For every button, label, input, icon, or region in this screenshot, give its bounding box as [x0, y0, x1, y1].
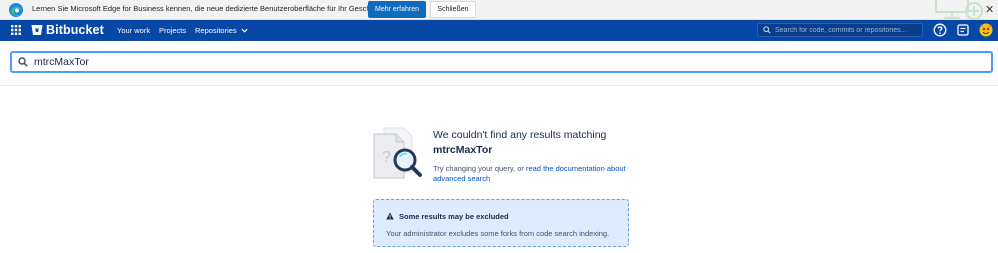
warning-icon [386, 212, 394, 220]
nav-your-work[interactable]: Your work [117, 26, 150, 35]
bitbucket-logo[interactable]: Bitbucket [31, 23, 104, 37]
code-search-input[interactable] [34, 56, 934, 68]
no-results-illustration: ? [373, 127, 422, 179]
info-bar-message: Lernen Sie Microsoft Edge for Business k… [32, 4, 404, 13]
notes-icon[interactable] [956, 23, 970, 37]
edge-info-bar: Lernen Sie Microsoft Edge for Business k… [0, 0, 998, 20]
global-search-input[interactable] [775, 26, 915, 34]
search-icon [18, 57, 28, 67]
learn-more-button[interactable]: Mehr erfahren [368, 1, 426, 18]
excluded-results-notice: Some results may be excluded Your admini… [373, 199, 629, 247]
help-icon[interactable] [933, 23, 947, 37]
nav-projects[interactable]: Projects [159, 26, 186, 35]
help-text: Try changing your query, or [433, 164, 526, 173]
nav-repositories-label: Repositories [195, 26, 237, 35]
chevron-down-icon [241, 28, 248, 33]
app-switcher-icon[interactable] [11, 25, 21, 35]
user-avatar[interactable] [979, 23, 993, 37]
empty-state-title: We couldn't find any results matching mt… [433, 128, 653, 158]
notice-title: Some results may be excluded [399, 212, 509, 221]
nav-repositories[interactable]: Repositories [195, 26, 248, 35]
global-search[interactable] [757, 23, 923, 37]
empty-state-heading: We couldn't find any results matching [433, 129, 607, 141]
empty-state-help: Try changing your query, or read the doc… [433, 164, 633, 184]
svg-text:?: ? [382, 149, 391, 166]
bitbucket-logo-icon [31, 25, 43, 35]
close-info-bar-button[interactable]: Schließen [430, 1, 476, 18]
monitor-watermark-icon [935, 0, 983, 20]
search-icon [763, 26, 771, 34]
edge-icon [9, 3, 23, 17]
empty-state-query: mtrcMaxTor [433, 144, 493, 156]
top-navigation: Bitbucket Your work Projects Repositorie… [0, 20, 998, 41]
notice-body: Your administrator excludes some forks f… [386, 229, 610, 238]
logo-text: Bitbucket [46, 23, 104, 37]
code-search-box[interactable] [10, 51, 993, 73]
dismiss-info-bar-icon[interactable]: ✕ [985, 3, 994, 16]
divider [0, 85, 998, 86]
